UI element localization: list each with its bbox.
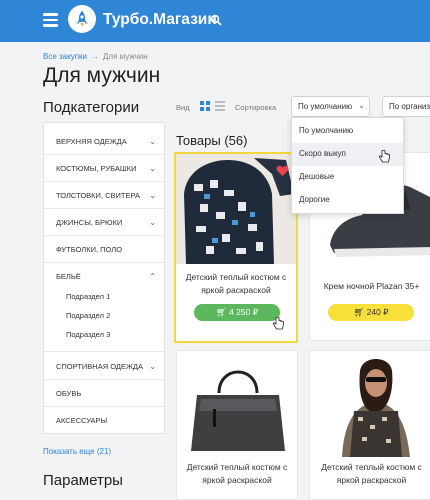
sidebar-item-label: Спортивная одежда bbox=[56, 362, 143, 371]
subsection-item-2[interactable]: Подраздел 2 bbox=[66, 311, 110, 320]
sidebar-item-sweaters[interactable]: Толстовки, свитера ⌄ bbox=[56, 191, 156, 200]
breadcrumb-link-all[interactable]: Все закупки bbox=[43, 52, 87, 61]
chevron-up-icon[interactable]: ⌃ bbox=[149, 272, 156, 281]
cart-icon: 🛒︎ bbox=[353, 307, 365, 317]
heart-icon[interactable] bbox=[276, 164, 289, 182]
product-card[interactable]: Детский теплый костюм с яркой раскраской bbox=[309, 350, 430, 500]
sort-select[interactable]: По умолчанию ⌄ bbox=[291, 96, 370, 117]
sidebar-item-label: Джинсы, брюки bbox=[56, 218, 123, 227]
chevron-down-icon[interactable]: ⌄ bbox=[149, 362, 156, 371]
sidebar-item-label: Обувь bbox=[56, 389, 82, 398]
organizer-selected-value: По организ bbox=[389, 102, 430, 111]
product-card[interactable]: Детский теплый костюм с яркой раскраской bbox=[176, 350, 298, 500]
menu-icon[interactable] bbox=[43, 13, 58, 27]
chevron-down-icon: ⌄ bbox=[358, 101, 365, 110]
product-image[interactable] bbox=[177, 351, 297, 457]
sidebar-item-outerwear[interactable]: Верхняя одежда ⌄ bbox=[56, 137, 156, 146]
page-title: Для мужчин bbox=[43, 64, 161, 87]
parameters-heading: Параметры bbox=[43, 472, 123, 489]
sidebar-item-label: Аксессуары bbox=[56, 416, 108, 425]
sort-option-expensive[interactable]: Дорогие bbox=[292, 189, 403, 212]
sidebar-item-label: Костюмы, рубашки bbox=[56, 164, 137, 173]
chevron-down-icon[interactable]: ⌄ bbox=[149, 137, 156, 146]
cart-icon: 🛒︎ bbox=[215, 307, 227, 317]
hand-cursor-icon bbox=[378, 149, 390, 168]
sidebar-item-shoes[interactable]: Обувь bbox=[56, 389, 156, 398]
price: 4 250 ₽ bbox=[229, 307, 259, 317]
view-label: Вид bbox=[176, 103, 190, 112]
sort-dropdown: По умолчанию Скоро выкуп Дешовые Дорогие bbox=[291, 117, 404, 214]
product-name[interactable]: Детский теплый костюм с яркой раскраской bbox=[314, 461, 429, 487]
chevron-down-icon[interactable]: ⌄ bbox=[149, 164, 156, 173]
list-view-icon[interactable] bbox=[215, 101, 225, 111]
sort-option-default[interactable]: По умолчанию bbox=[292, 120, 403, 143]
divider bbox=[44, 262, 164, 263]
sort-label: Сортировка bbox=[235, 103, 277, 112]
grid-view-icon[interactable] bbox=[200, 101, 210, 111]
product-card[interactable]: Детский теплый костюм с яркой раскраской… bbox=[174, 152, 298, 343]
search-icon[interactable] bbox=[210, 13, 222, 31]
brand-name[interactable]: Турбо.Магазин bbox=[103, 11, 217, 29]
buy-button[interactable]: 🛒︎ 4 250 ₽ bbox=[194, 304, 280, 321]
sort-option-cheap[interactable]: Дешовые bbox=[292, 166, 403, 189]
divider bbox=[44, 235, 164, 236]
hand-cursor-icon bbox=[272, 316, 284, 335]
sidebar-item-label: Футболки, поло bbox=[56, 245, 123, 254]
price: 240 ₽ bbox=[366, 307, 389, 317]
breadcrumb: Все закупки → Для мужчин bbox=[43, 52, 148, 61]
buy-button[interactable]: 🛒︎ 240 ₽ bbox=[328, 304, 414, 321]
breadcrumb-current: Для мужчин bbox=[103, 52, 148, 61]
sidebar-item-accessories[interactable]: Аксессуары bbox=[56, 416, 156, 425]
divider bbox=[44, 379, 164, 380]
show-more-link[interactable]: Показать еще (21) bbox=[43, 447, 111, 456]
product-name[interactable]: Крем ночной Plazan 35+ bbox=[314, 280, 429, 293]
chevron-down-icon[interactable]: ⌄ bbox=[149, 218, 156, 227]
top-bar: Турбо.Магазин bbox=[0, 0, 430, 42]
sidebar-item-label: Верхняя одежда bbox=[56, 137, 127, 146]
subcategories-heading: Подкатегории bbox=[43, 99, 140, 116]
divider bbox=[44, 208, 164, 209]
divider bbox=[44, 154, 164, 155]
subcategories-list: Верхняя одежда ⌄ Костюмы, рубашки ⌄ Толсто… bbox=[43, 122, 165, 434]
rocket-logo-icon[interactable] bbox=[68, 5, 96, 33]
subsection-item-3[interactable]: Подраздел 3 bbox=[66, 330, 110, 339]
product-name[interactable]: Детский теплый костюм с яркой раскраской bbox=[181, 461, 293, 487]
product-image[interactable] bbox=[310, 351, 430, 457]
sidebar-item-tshirts[interactable]: Футболки, поло bbox=[56, 245, 156, 254]
divider bbox=[44, 406, 164, 407]
sidebar-item-jeans[interactable]: Джинсы, брюки ⌄ bbox=[56, 218, 156, 227]
sidebar-item-underwear[interactable]: Бельё ⌃ bbox=[56, 272, 156, 281]
chevron-down-icon[interactable]: ⌄ bbox=[149, 191, 156, 200]
divider bbox=[44, 351, 164, 352]
sort-selected-value: По умолчанию bbox=[298, 102, 353, 111]
sidebar-item-label: Бельё bbox=[56, 272, 81, 281]
breadcrumb-separator: → bbox=[91, 52, 100, 61]
product-name[interactable]: Детский теплый костюм с яркой раскраской bbox=[180, 271, 292, 297]
products-heading: Товары (56) bbox=[176, 133, 248, 148]
sidebar-item-label: Толстовки, свитера bbox=[56, 191, 140, 200]
divider bbox=[44, 181, 164, 182]
sidebar-item-sportswear[interactable]: Спортивная одежда ⌄ bbox=[56, 362, 156, 371]
organizer-select[interactable]: По организ bbox=[382, 96, 430, 117]
subsection-item-1[interactable]: Подраздел 1 bbox=[66, 292, 110, 301]
sidebar-item-suits[interactable]: Костюмы, рубашки ⌄ bbox=[56, 164, 156, 173]
